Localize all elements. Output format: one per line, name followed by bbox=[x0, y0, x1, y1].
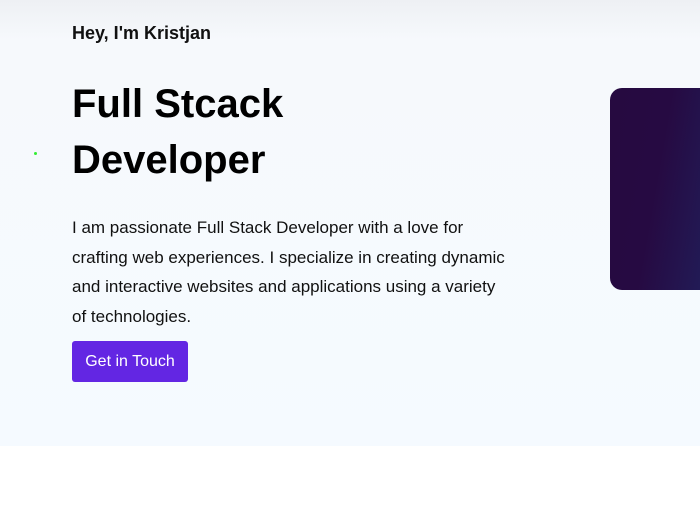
title-line-2: Developer bbox=[72, 138, 266, 182]
page-title: Full Stcack Developer bbox=[72, 76, 283, 188]
hero-section: Hey, I'm Kristjan Full Stcack Developer … bbox=[0, 0, 700, 446]
greeting: Hey, I'm Kristjan bbox=[72, 23, 211, 43]
hero-description: I am passionate Full Stack Developer wit… bbox=[72, 218, 505, 326]
hero-image-card bbox=[610, 88, 700, 290]
get-in-touch-button[interactable]: Get in Touch bbox=[72, 341, 188, 382]
cursor-dot bbox=[34, 152, 37, 155]
title-line-1: Full Stcack bbox=[72, 82, 284, 126]
